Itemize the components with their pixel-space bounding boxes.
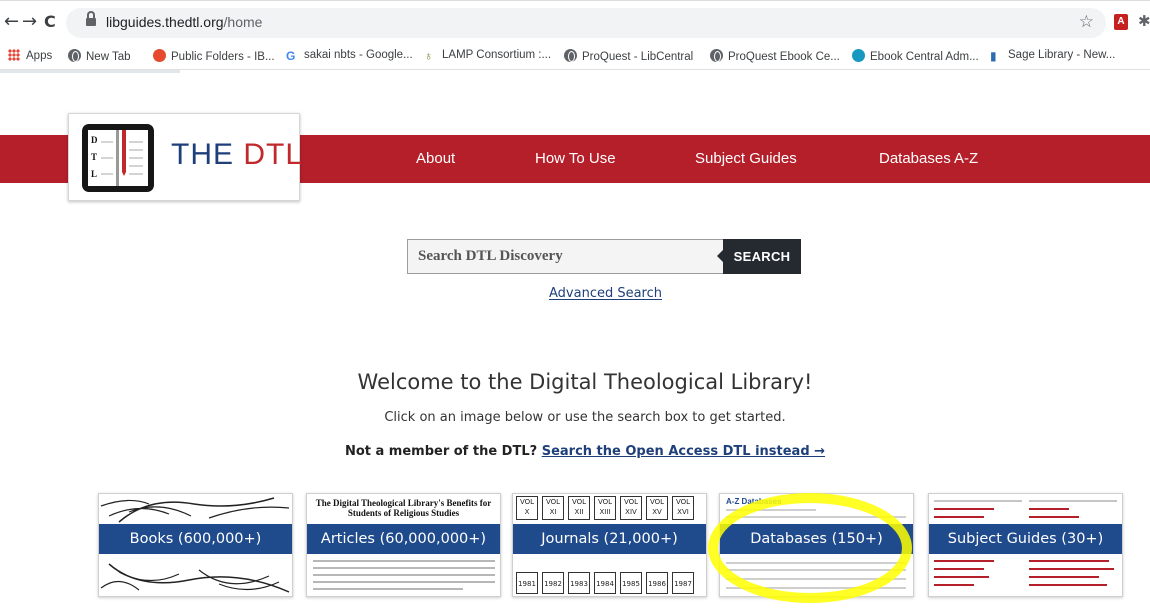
welcome-subtitle: Click on an image below or use the searc… bbox=[384, 410, 786, 425]
cloud-icon bbox=[852, 49, 865, 62]
bookmark-apps[interactable]: Apps bbox=[8, 49, 52, 62]
public-folders-icon bbox=[153, 49, 166, 62]
bookmark-sage[interactable]: ▮ Sage Library - New... bbox=[990, 49, 1115, 63]
globe-icon bbox=[68, 49, 81, 62]
card-books[interactable]: Books (600,000+) bbox=[98, 493, 293, 597]
globe-icon bbox=[710, 49, 723, 62]
card-subject-guides[interactable]: Subject Guides (30+) bbox=[928, 493, 1123, 597]
discovery-search-input[interactable] bbox=[407, 239, 723, 274]
card-journals[interactable]: VOL X VOL XI VOL XII VOL XIII VOL XIV VO… bbox=[512, 493, 707, 597]
extensions-icon[interactable]: ✱ bbox=[1138, 12, 1150, 30]
bookmark-lamp[interactable]: ♁ LAMP Consortium :... bbox=[424, 49, 551, 63]
bookmark-ebook-central[interactable]: Ebook Central Adm... bbox=[852, 49, 979, 63]
loading-indicator bbox=[0, 70, 180, 73]
forward-icon[interactable]: → bbox=[22, 10, 37, 34]
bookmarks-bar: Apps New Tab Public Folders - IB... Gsak… bbox=[0, 44, 1150, 70]
nav-how-to-use[interactable]: How To Use bbox=[535, 150, 616, 167]
nav-about[interactable]: About bbox=[416, 150, 455, 167]
logo-text: THE DTL bbox=[171, 138, 304, 171]
search-button[interactable]: SEARCH bbox=[717, 239, 801, 274]
google-icon: G bbox=[286, 49, 296, 63]
apps-grid-icon bbox=[8, 49, 20, 61]
bookmark-star-icon[interactable]: ☆ bbox=[1079, 12, 1094, 32]
url-text: libguides.thedtl.org/home bbox=[106, 14, 263, 30]
pdf-extension-icon[interactable]: A bbox=[1114, 14, 1128, 30]
card-subject-guides-label: Subject Guides (30+) bbox=[929, 524, 1122, 554]
nav-subject-guides[interactable]: Subject Guides bbox=[695, 150, 797, 167]
logo-letter-d: D bbox=[91, 135, 98, 145]
site-logo[interactable]: D T L THE DTL bbox=[68, 113, 304, 201]
back-icon[interactable]: ← bbox=[4, 10, 19, 34]
lamp-icon: ♁ bbox=[424, 49, 433, 63]
sage-icon: ▮ bbox=[990, 49, 997, 63]
logo-letter-t: T bbox=[91, 152, 97, 162]
bookmark-new-tab[interactable]: New Tab bbox=[68, 49, 131, 63]
card-journals-label: Journals (21,000+) bbox=[513, 524, 706, 554]
card-books-label: Books (600,000+) bbox=[99, 524, 292, 554]
article-doc-title: The Digital Theological Library's Benefi… bbox=[315, 498, 492, 518]
card-articles[interactable]: The Digital Theological Library's Benefi… bbox=[306, 493, 501, 597]
bookmark-sakai[interactable]: Gsakai nbts - Google... bbox=[286, 49, 413, 63]
yellow-highlight-circle bbox=[708, 493, 912, 603]
globe-icon bbox=[564, 49, 577, 62]
card-articles-label: Articles (60,000,000+) bbox=[307, 524, 500, 554]
reload-icon[interactable]: C bbox=[44, 10, 56, 34]
open-access-link[interactable]: Search the Open Access DTL instead → bbox=[542, 444, 825, 459]
member-note: Not a member of the DTL? Search the Open… bbox=[344, 444, 826, 459]
nav-databases-a-z[interactable]: Databases A-Z bbox=[879, 150, 978, 167]
lock-icon bbox=[86, 11, 96, 28]
logo-letter-l: L bbox=[91, 169, 97, 179]
address-bar[interactable]: libguides.thedtl.org/home ☆ bbox=[66, 8, 1106, 38]
advanced-search-link[interactable]: Advanced Search bbox=[549, 286, 662, 301]
book-logo-icon: D T L bbox=[82, 124, 154, 192]
welcome-heading: Welcome to the Digital Theological Libra… bbox=[357, 370, 813, 394]
bookmark-public-folders[interactable]: Public Folders - IB... bbox=[153, 49, 275, 63]
bookmark-proquest-libcentral[interactable]: ProQuest - LibCentral bbox=[564, 49, 693, 63]
browser-address-row: ← → C libguides.thedtl.org/home ☆ A ✱ bbox=[0, 0, 1150, 44]
search-form: SEARCH bbox=[407, 239, 801, 274]
bookmark-proquest-ebook[interactable]: ProQuest Ebook Ce... bbox=[710, 49, 840, 63]
